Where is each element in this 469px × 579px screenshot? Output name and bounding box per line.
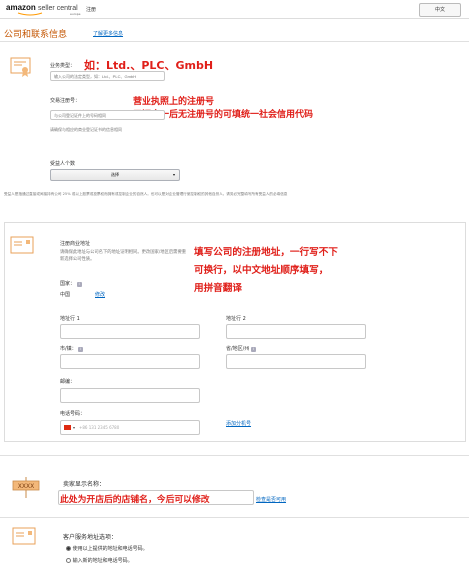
city-label: 市/镇： i xyxy=(60,345,84,352)
country-value: 中国 xyxy=(60,292,71,298)
zip-input[interactable] xyxy=(60,388,200,403)
section-divider xyxy=(0,41,469,42)
country-label: 国家： i xyxy=(60,280,82,287)
radio-selected[interactable] xyxy=(66,546,71,551)
info-icon[interactable]: i xyxy=(76,282,82,287)
amazon-logo[interactable]: amazon seller central xyxy=(6,3,78,12)
address-line1-input[interactable] xyxy=(60,324,200,339)
address-description: 请确保此地址与公司名下的地址证明相同。更改国家/地区后需要重新选择公司性质。 xyxy=(60,250,187,262)
divider xyxy=(0,517,469,518)
state-label: 省/地区/州 i xyxy=(226,345,256,352)
certificate-icon xyxy=(9,55,33,79)
address-line2-input[interactable] xyxy=(226,324,366,339)
address-label: 注册商业地址 xyxy=(60,241,91,247)
signboard-icon: XXXX xyxy=(12,477,40,499)
china-flag-icon[interactable] xyxy=(64,425,71,430)
language-button[interactable]: 中文 xyxy=(419,3,461,17)
beneficiary-count-select[interactable]: 选择 ▾ xyxy=(50,169,180,181)
phone-input[interactable]: ▾ +86 131 2345 6780 xyxy=(60,420,200,435)
logo-region: europe xyxy=(70,12,81,16)
section-title: 公司和联系信息 xyxy=(4,30,68,40)
registration-hint: 请确保与相应的商业登记证书的信息相同 xyxy=(50,127,122,132)
logo-product: seller central xyxy=(38,5,78,12)
address-annotation-1: 填写公司的注册地址，一行写不下 xyxy=(194,247,338,258)
state-input[interactable] xyxy=(226,354,366,369)
signboard-text: XXXX xyxy=(18,483,34,490)
address-line2-label: 地址行 2 xyxy=(226,316,246,322)
phone-label: 电话号码： xyxy=(60,411,86,417)
registration-number-input[interactable] xyxy=(50,110,165,120)
check-availability-link[interactable]: 检查是否可用 xyxy=(256,496,286,503)
phone-placeholder: +86 131 2345 6780 xyxy=(79,425,120,430)
info-icon[interactable]: i xyxy=(250,347,256,352)
seller-name-label: 卖家显示名称： xyxy=(63,481,106,488)
amazon-smile-icon xyxy=(17,12,43,16)
seller-name-annotation: 此处为开店后的店铺名，今后可以修改 xyxy=(60,495,210,505)
service-address-label: 客户服务地址选项： xyxy=(63,534,118,541)
info-icon[interactable]: i xyxy=(78,347,84,352)
business-type-label: 业务类型： xyxy=(50,63,76,69)
page-label: 注册 xyxy=(86,7,97,13)
address-line1-label: 地址行 1 xyxy=(60,316,80,322)
envelope-icon xyxy=(10,236,34,254)
city-input[interactable] xyxy=(60,354,200,369)
beneficiary-select-value: 选择 xyxy=(111,172,119,177)
envelope-icon xyxy=(12,527,36,545)
chevron-down-icon: ▾ xyxy=(172,172,175,177)
beneficiary-note: 受益人是指通过直接或间接持有公司 25% 或以上股票或投票权而拥有或控制企业的自… xyxy=(4,192,288,196)
beneficiary-count-label: 受益人个数 xyxy=(50,161,76,167)
zip-label: 邮编： xyxy=(60,379,76,385)
add-extension-link[interactable]: 添加分机号 xyxy=(226,420,251,427)
registration-annotation-1: 营业执照上的注册号 xyxy=(133,97,215,107)
address-annotation-3: 用拼音翻译 xyxy=(194,283,242,294)
logo-brand: amazon xyxy=(6,3,36,12)
service-option-2[interactable]: 输入新的地址和电话号码。 xyxy=(66,557,133,564)
radio-unselected[interactable] xyxy=(66,558,71,563)
divider xyxy=(0,455,469,456)
service-option-1[interactable]: 使用以上提供的地址和电话号码。 xyxy=(66,545,148,552)
change-country-link[interactable]: 修改 xyxy=(95,291,105,298)
address-annotation-2: 可换行，以中文地址顺序填写， xyxy=(194,265,329,276)
business-type-input[interactable] xyxy=(50,71,165,81)
learn-more-link[interactable]: 了解更多信息 xyxy=(93,30,123,37)
chevron-down-icon[interactable]: ▾ xyxy=(73,425,75,430)
registration-number-label: 交易注册号： xyxy=(50,98,81,104)
